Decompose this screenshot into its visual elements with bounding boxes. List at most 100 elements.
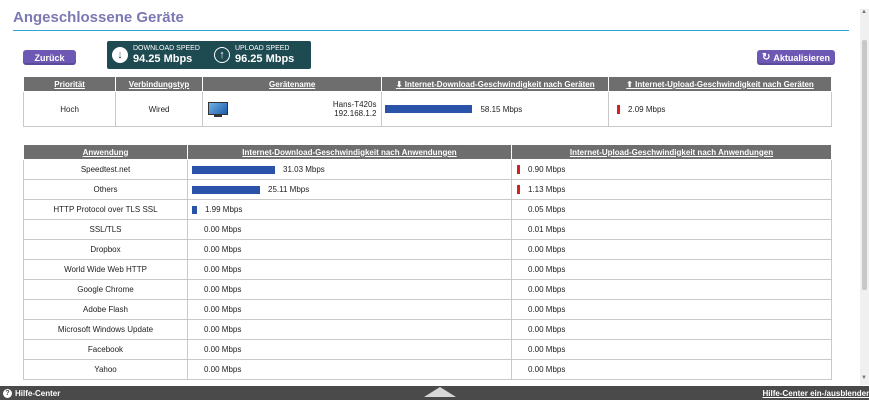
col-device-download[interactable]: ⬇ Internet-Download-Geschwindigkeit nach… — [381, 76, 610, 92]
col-app-download[interactable]: Internet-Download-Geschwindigkeit nach A… — [187, 144, 512, 160]
download-value: 0.00 Mbps — [204, 225, 242, 234]
table-row[interactable]: Yahoo 0.00 Mbps 0.00 Mbps — [23, 359, 832, 380]
app-download-cell: 0.00 Mbps — [187, 279, 512, 300]
app-name-cell: Others — [23, 179, 188, 200]
refresh-button[interactable]: ↻ Aktualisieren — [757, 50, 835, 65]
app-upload-cell: 0.00 Mbps — [511, 359, 832, 380]
device-upload-cell: 2.09 Mbps — [608, 91, 832, 127]
table-row[interactable]: Speedtest.net 31.03 Mbps 0.90 Mbps — [23, 159, 832, 180]
table-row[interactable]: Hoch Wired Hans-T420s 192.168.1.2 58.15 … — [22, 91, 832, 127]
table-row[interactable]: Facebook 0.00 Mbps 0.00 Mbps — [23, 339, 832, 360]
download-value: 1.99 Mbps — [205, 205, 243, 214]
upload-value: 0.00 Mbps — [528, 325, 566, 334]
app-download-cell: 0.00 Mbps — [187, 359, 512, 380]
table-row[interactable]: World Wide Web HTTP 0.00 Mbps 0.00 Mbps — [23, 259, 832, 280]
table-row[interactable]: Adobe Flash 0.00 Mbps 0.00 Mbps — [23, 299, 832, 320]
app-name-cell: World Wide Web HTTP — [23, 259, 188, 280]
help-center-label: Hilfe-Center — [15, 388, 61, 398]
page-title: Angeschlossene Geräte — [13, 9, 184, 26]
help-center-link[interactable]: ? Hilfe-Center — [3, 388, 61, 398]
upload-value: 0.00 Mbps — [528, 305, 566, 314]
title-divider — [13, 30, 849, 31]
help-icon: ? — [3, 388, 12, 398]
upload-speed-value: 96.25 Mbps — [235, 53, 295, 65]
computer-icon — [207, 101, 228, 117]
download-value: 31.03 Mbps — [283, 165, 325, 174]
app-upload-cell: 0.00 Mbps — [511, 259, 832, 280]
app-upload-cell: 0.01 Mbps — [511, 219, 832, 240]
col-priority[interactable]: Priorität — [22, 76, 117, 92]
app-upload-cell: 0.00 Mbps — [511, 339, 832, 360]
back-button[interactable]: Zurück — [23, 50, 76, 65]
devices-table: Priorität Verbindungstyp Gerätename ⬇ In… — [22, 76, 832, 127]
upload-icon: ⬆ — [626, 79, 636, 89]
app-upload-cell: 0.90 Mbps — [511, 159, 832, 180]
app-download-cell: 0.00 Mbps — [187, 299, 512, 320]
device-name: Hans-T420s — [332, 100, 377, 109]
download-bar — [192, 205, 197, 214]
app-upload-cell: 0.00 Mbps — [511, 279, 832, 300]
upload-speed: ↑ UPLOAD SPEED 96.25 Mbps — [214, 44, 311, 66]
scroll-up-arrow[interactable]: ▲ — [861, 9, 867, 15]
app-name-cell: Speedtest.net — [23, 159, 188, 180]
table-row[interactable]: Google Chrome 0.00 Mbps 0.00 Mbps — [23, 279, 832, 300]
toggle-help-center-link[interactable]: Hilfe-Center ein-/ausblenden — [763, 389, 869, 398]
app-name-cell: Dropbox — [23, 239, 188, 260]
download-speed: ↓ DOWNLOAD SPEED 94.25 Mbps — [112, 44, 209, 66]
speed-summary: ↓ DOWNLOAD SPEED 94.25 Mbps ↑ UPLOAD SPE… — [107, 41, 311, 69]
applications-table: Anwendung Internet-Download-Geschwindigk… — [23, 144, 832, 380]
app-upload-cell: 0.00 Mbps — [511, 299, 832, 320]
download-icon: ↓ — [112, 47, 128, 63]
upload-value: 0.00 Mbps — [528, 365, 566, 374]
col-device-name[interactable]: Gerätename — [201, 76, 383, 92]
app-download-cell: 0.00 Mbps — [187, 319, 512, 340]
app-name-cell: Facebook — [23, 339, 188, 360]
app-name-cell: Google Chrome — [23, 279, 188, 300]
app-name-cell: Adobe Flash — [23, 299, 188, 320]
upload-icon: ↑ — [214, 47, 230, 63]
download-value: 0.00 Mbps — [204, 305, 242, 314]
upload-value: 0.00 Mbps — [528, 245, 566, 254]
download-value: 0.00 Mbps — [204, 265, 242, 274]
app-upload-cell: 0.00 Mbps — [511, 319, 832, 340]
app-download-cell: 25.11 Mbps — [187, 179, 512, 200]
upload-bar — [517, 165, 520, 174]
app-upload-cell: 0.00 Mbps — [511, 239, 832, 260]
download-value: 0.00 Mbps — [204, 345, 242, 354]
upload-value: 0.00 Mbps — [528, 285, 566, 294]
table-row[interactable]: Others 25.11 Mbps 1.13 Mbps — [23, 179, 832, 200]
footer-expand-tab[interactable] — [424, 387, 456, 397]
table-row[interactable]: Microsoft Windows Update 0.00 Mbps 0.00 Mb… — [23, 319, 832, 340]
upload-bar — [617, 104, 621, 114]
app-name-cell: Yahoo — [23, 359, 188, 380]
device-ip: 192.168.1.2 — [334, 109, 377, 118]
upload-speed-label: UPLOAD SPEED — [235, 45, 290, 52]
col-app-upload[interactable]: Internet-Upload-Geschwindigkeit nach Anw… — [511, 144, 832, 160]
download-bar — [192, 165, 275, 174]
col-device-upload[interactable]: ⬆ Internet-Upload-Geschwindigkeit nach G… — [608, 76, 832, 92]
col-connection-type[interactable]: Verbindungstyp — [115, 76, 203, 92]
upload-value: 0.00 Mbps — [528, 265, 566, 274]
scrollbar-thumb[interactable] — [862, 40, 867, 290]
table-row[interactable]: SSL/TLS 0.00 Mbps 0.01 Mbps — [23, 219, 832, 240]
upload-value: 0.00 Mbps — [528, 345, 566, 354]
app-name-cell: SSL/TLS — [23, 219, 188, 240]
app-name-cell: Microsoft Windows Update — [23, 319, 188, 340]
download-value: 0.00 Mbps — [204, 325, 242, 334]
table-row[interactable]: HTTP Protocol over TLS SSL 1.99 Mbps 0.05 … — [23, 199, 832, 220]
download-speed-value: 94.25 Mbps — [133, 53, 193, 65]
app-download-cell: 0.00 Mbps — [187, 339, 512, 360]
table-row[interactable]: Dropbox 0.00 Mbps 0.00 Mbps — [23, 239, 832, 260]
download-value: 0.00 Mbps — [204, 365, 242, 374]
upload-value: 0.01 Mbps — [528, 225, 566, 234]
download-value: 0.00 Mbps — [204, 245, 242, 254]
app-download-cell: 0.00 Mbps — [187, 259, 512, 280]
download-speed-label: DOWNLOAD SPEED — [133, 45, 200, 52]
download-value: 25.11 Mbps — [268, 185, 310, 194]
download-value: 0.00 Mbps — [204, 285, 242, 294]
upload-value: 2.09 Mbps — [628, 104, 666, 114]
col-application[interactable]: Anwendung — [23, 144, 188, 160]
download-value: 58.15 Mbps — [480, 104, 523, 114]
app-download-cell: 31.03 Mbps — [187, 159, 512, 180]
scroll-down-arrow[interactable]: ▼ — [861, 375, 867, 381]
